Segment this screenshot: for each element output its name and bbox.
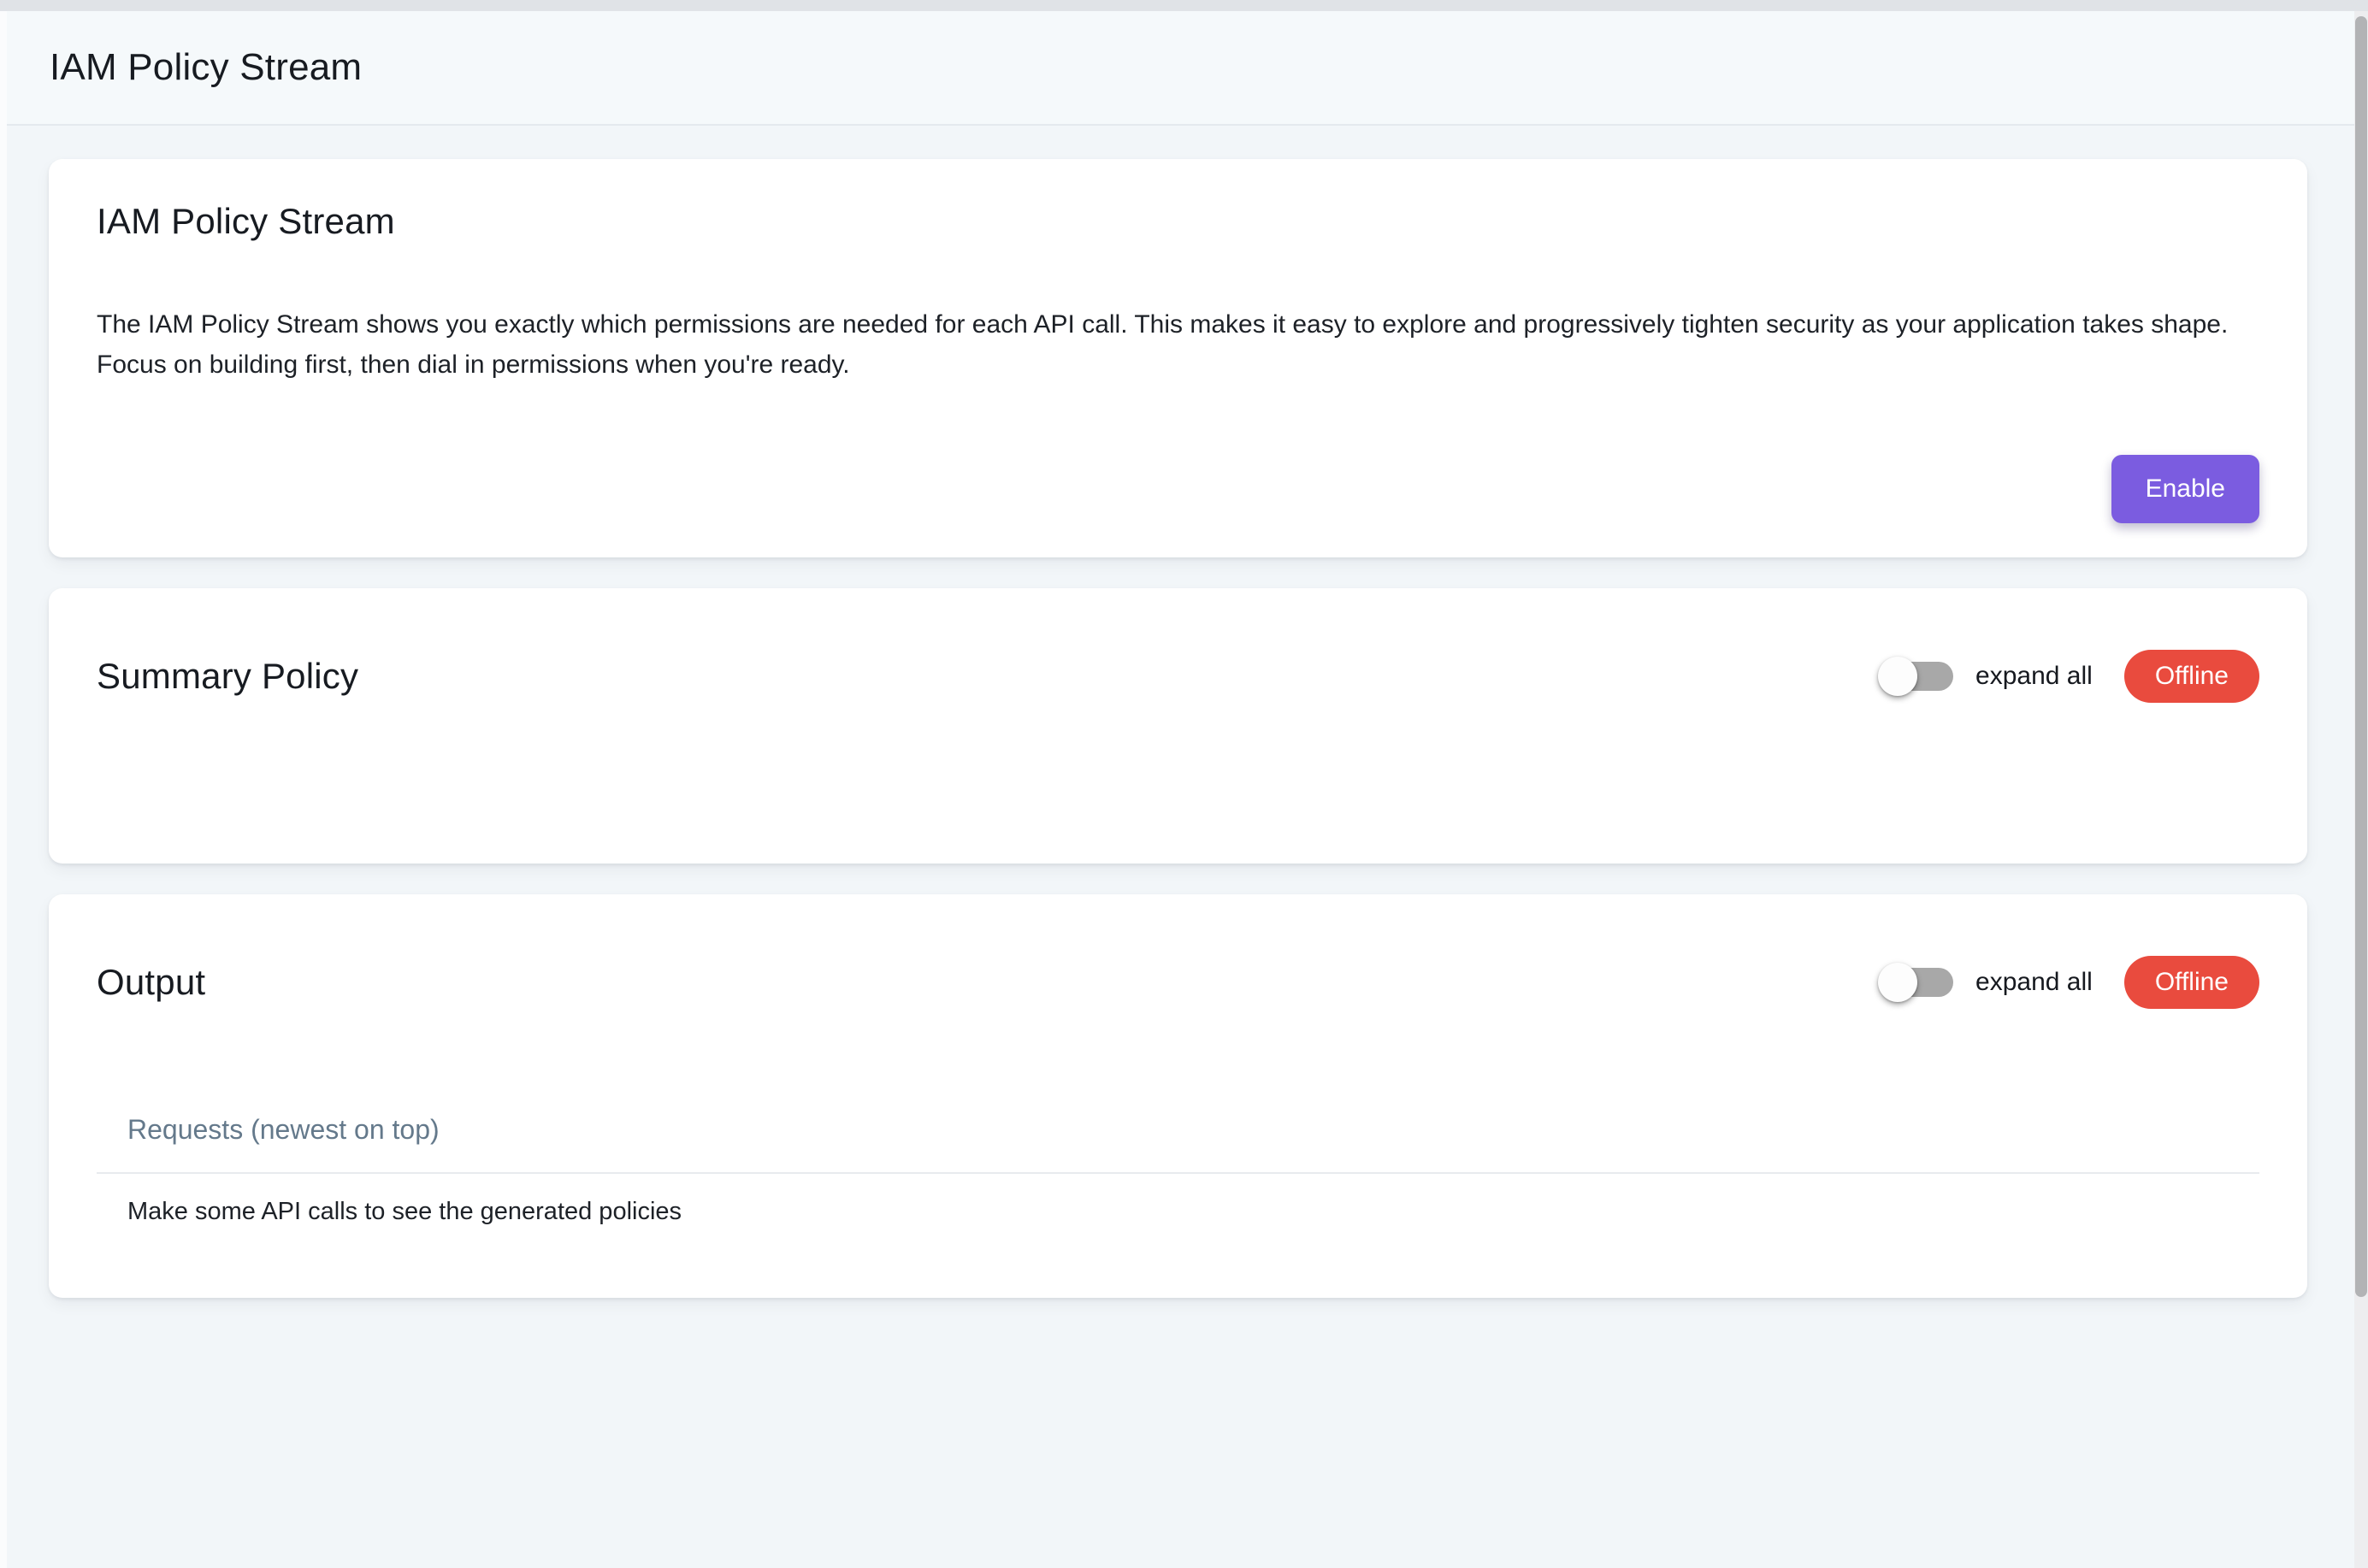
main-content: IAM Policy Stream The IAM Policy Stream … [0,126,2354,1568]
requests-section-header: Requests (newest on top) [97,1112,2259,1147]
toggle-thumb [1878,657,1917,696]
output-expand-toggle[interactable] [1880,963,1953,1002]
output-card-title: Output [97,961,205,1004]
output-expand-all-label: expand all [1975,968,2093,997]
page-header: IAM Policy Stream [0,11,2354,126]
requests-divider [97,1172,2259,1174]
output-card: Output expand all Offline Requests (newe… [49,894,2307,1298]
output-status-badge: Offline [2124,956,2259,1009]
window-top-strip [0,0,2368,11]
summary-policy-card: Summary Policy expand all Offline [49,588,2307,864]
summary-card-header-row: Summary Policy expand all Offline [97,650,2259,703]
summary-card-title: Summary Policy [97,655,358,698]
summary-expand-all-label: expand all [1975,662,2093,691]
intro-card-actions: Enable [97,455,2259,523]
window-left-edge [0,11,7,1568]
output-card-controls: expand all Offline [1880,956,2259,1009]
scrollbar[interactable] [2354,11,2368,1568]
toggle-thumb [1878,963,1917,1002]
page-title: IAM Policy Stream [50,46,362,89]
requests-section: Requests (newest on top) Make some API c… [97,1112,2259,1226]
intro-card-description: The IAM Policy Stream shows you exactly … [97,304,2259,385]
output-card-header-row: Output expand all Offline [97,956,2259,1009]
intro-card-title: IAM Policy Stream [97,200,2259,243]
enable-button[interactable]: Enable [2111,455,2259,523]
summary-expand-toggle[interactable] [1880,657,1953,696]
summary-card-controls: expand all Offline [1880,650,2259,703]
scrollbar-thumb[interactable] [2355,16,2367,1297]
requests-empty-message: Make some API calls to see the generated… [97,1198,2259,1226]
intro-card: IAM Policy Stream The IAM Policy Stream … [49,159,2307,557]
summary-status-badge: Offline [2124,650,2259,703]
